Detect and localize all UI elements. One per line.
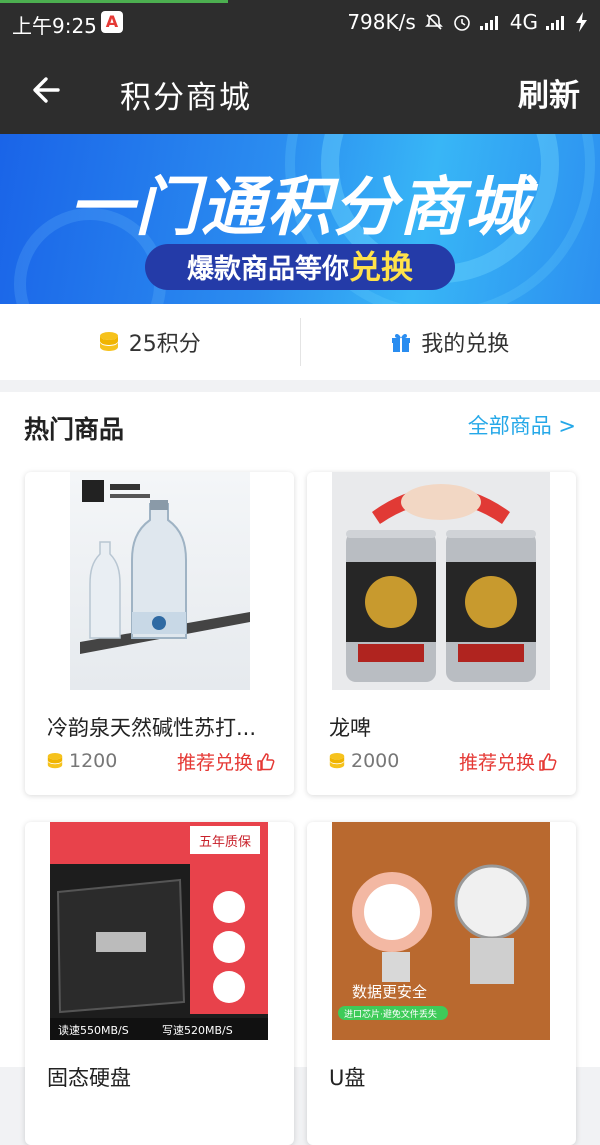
product-price: 2000 [329,750,399,772]
product-image [70,472,250,690]
app-bar: 积分商城 刷新 [0,44,600,134]
price-value: 1200 [69,750,117,772]
redeem-label: 推荐兑换 [459,748,535,775]
product-image-art [70,472,250,690]
arrow-left-icon [22,66,70,114]
product-image-art [332,472,550,690]
usb-subline-text: 进口芯片·避免文件丢失 [344,1008,437,1020]
recommend-redeem-button[interactable]: 推荐兑换 [459,748,558,775]
product-price: 1200 [47,750,117,772]
back-button[interactable] [22,66,70,114]
app-notification-icon: A [101,11,123,33]
thumbs-up-icon [538,752,558,772]
price-value: 2000 [351,750,399,772]
coin-stack-icon [99,331,119,353]
ssd-write-speed-text: 写速520MB/S [162,1024,233,1037]
signal-icon-2 [546,14,568,30]
points-bar: 25积分 我的兑换 [0,304,600,380]
banner-subtitle: 爆款商品等你兑换 [145,244,455,290]
ssd-read-speed-text: 读速550MB/S [58,1023,129,1037]
network-type: 4G [510,10,538,34]
charging-icon [576,12,588,32]
page-title: 积分商城 [120,72,252,117]
product-name: 龙啤 [329,712,559,742]
recommend-redeem-button[interactable]: 推荐兑换 [177,748,276,775]
product-card[interactable]: 冷韵泉天然碱性苏打... 1200 推荐兑换 [25,472,294,795]
hot-products-section: 热门商品 全部商品 > 冷韵泉天然碱性苏打... 1200 推荐兑换 [0,392,600,1067]
product-card[interactable]: 五年质保 读速550MB/S 写速520MB/S 固态硬盘 [25,822,294,1145]
product-card[interactable]: 数据更安全 进口芯片·避免文件丢失 U盘 [307,822,576,1145]
redeem-label: 推荐兑换 [177,748,253,775]
refresh-button[interactable]: 刷新 [518,70,580,115]
gift-icon [391,331,411,353]
my-points[interactable]: 25积分 [0,304,300,380]
banner-subtitle-text: 爆款商品等你 [187,254,349,285]
all-products-link[interactable]: 全部商品 > [468,410,576,440]
product-image [332,472,550,690]
signal-icon [480,14,502,30]
product-image: 数据更安全 进口芯片·避免文件丢失 [332,822,550,1040]
promo-banner[interactable]: 一门通积分商城 爆款商品等你兑换 [0,134,600,304]
status-indicators: 798K/s 4G [347,10,588,34]
page-load-progress [0,0,228,3]
points-label: 25积分 [129,326,201,358]
coin-stack-icon [329,752,345,770]
status-bar: 上午9:25 A 798K/s 4G [0,0,600,44]
product-image-art: 五年质保 读速550MB/S 写速520MB/S [50,822,268,1040]
banner-title: 一门通积分商城 [0,156,600,248]
banner-subtitle-highlight: 兑换 [349,248,413,286]
coin-stack-icon [47,752,63,770]
product-image-art: 数据更安全 进口芯片·避免文件丢失 [332,822,550,1040]
usb-headline-text: 数据更安全 [352,983,427,1001]
thumbs-up-icon [256,752,276,772]
status-time: 上午9:25 [12,10,97,39]
alarm-icon [452,12,472,32]
product-name: 冷韵泉天然碱性苏打... [47,712,277,742]
ssd-warranty-text: 五年质保 [199,835,251,850]
network-speed: 798K/s [347,10,415,34]
section-title: 热门商品 [24,410,124,446]
product-card[interactable]: 龙啤 2000 推荐兑换 [307,472,576,795]
mute-icon [424,12,444,32]
my-redeem[interactable]: 我的兑换 [301,304,600,380]
product-image: 五年质保 读速550MB/S 写速520MB/S [50,822,268,1040]
my-redeem-label: 我的兑换 [421,326,509,358]
